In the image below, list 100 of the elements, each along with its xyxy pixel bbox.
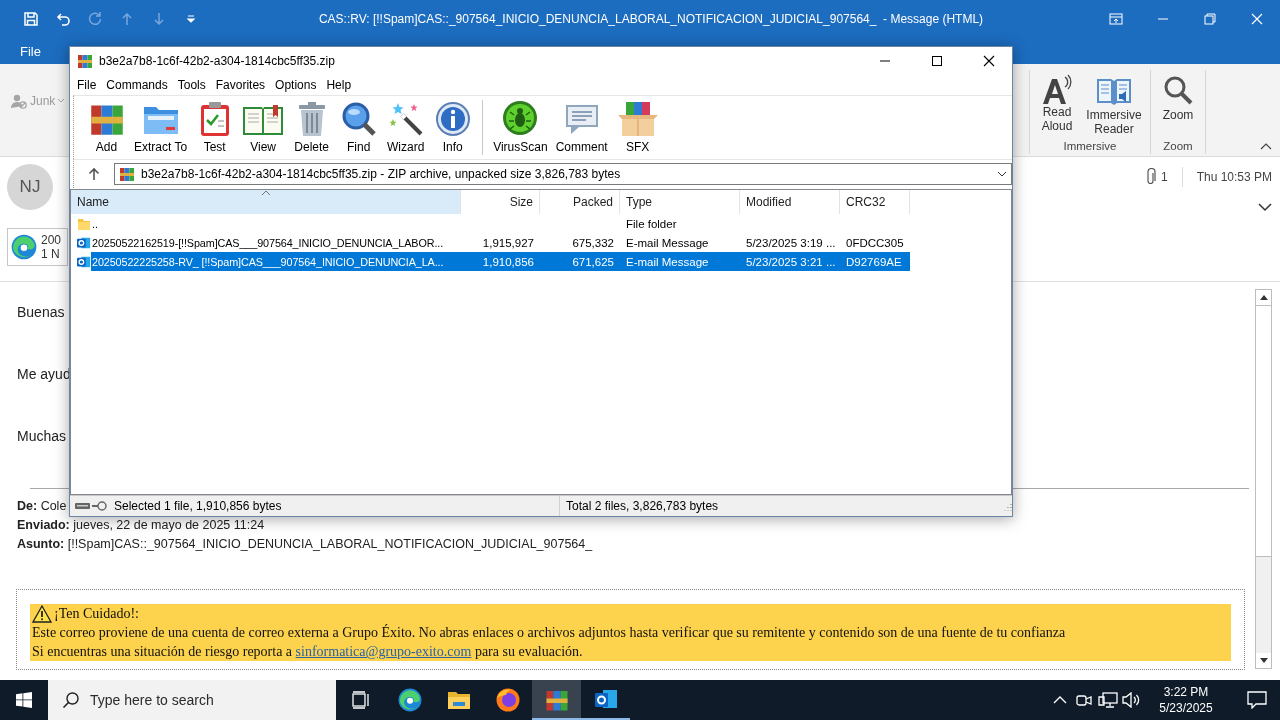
- resize-grip-icon[interactable]: [1002, 501, 1012, 511]
- taskbar-app[interactable]: [532, 680, 581, 720]
- clock-date: 5/23/2025: [1159, 700, 1213, 716]
- table-cell-text: 5/23/2025 3:19 ...: [745, 235, 837, 251]
- body-text: Muchas: [17, 427, 67, 445]
- chevron-up-icon[interactable]: [1053, 696, 1067, 704]
- toolbar-button[interactable]: Extract To: [130, 96, 192, 159]
- table-cell-text: 1,915,927: [481, 235, 535, 251]
- header-field: Asunto: [!!Spam]CAS::_907564_INICIO_DENUNCIA_LABORAL_NOTIFICACION_JUDICIAL_907564_: [17, 535, 593, 554]
- toolbar-button[interactable]: Comment: [551, 96, 612, 159]
- file-name[interactable]: 20250522225258-RV_ [!!Spam]CAS___907564_INICIO_DENUNCIA_LA...: [91, 252, 461, 271]
- toolbar-button[interactable]: Test: [191, 96, 239, 159]
- clock-time: 3:22 PM: [1163, 684, 1209, 700]
- toolbar-button[interactable]: SFX: [611, 96, 664, 159]
- avatar: NJ: [7, 164, 53, 210]
- search-icon: [340, 101, 377, 137]
- selection-status: Selected 1 file, 1,910,856 bytes: [114, 499, 282, 513]
- folder-icon: [77, 216, 91, 231]
- dropdown-icon[interactable]: [997, 171, 1007, 177]
- ribbon-tab[interactable]: File: [0, 38, 61, 64]
- books-icon: [119, 166, 135, 182]
- window-title: CAS::RV: [!!Spam]CAS::_907564_INICIO_DENUNCIA_LABORAL_NOTIFICACION_JUDICIAL_907564_ - Message (HTML): [317, 12, 985, 26]
- menu-item[interactable]: Commands: [101, 75, 173, 95]
- outlook-icon: [593, 689, 618, 711]
- table-cell-text: 0FDCC305: [845, 235, 905, 251]
- books-icon: [544, 688, 569, 712]
- email-link[interactable]: sinformatica@grupo-exito.com: [295, 644, 472, 659]
- toolbar-button[interactable]: Add: [83, 96, 130, 159]
- search-icon: [62, 691, 80, 709]
- drive-key-icon: [74, 500, 108, 512]
- bug-icon: [501, 99, 540, 137]
- ribbon-button[interactable]: Zoom: [1155, 74, 1201, 140]
- attachment-card[interactable]: 200 1 N: [7, 228, 68, 266]
- info-icon: [434, 101, 471, 137]
- toolbar-button[interactable]: Find: [335, 96, 383, 159]
- attachment-size: 1 N: [41, 247, 61, 261]
- task-view-icon: [350, 691, 371, 709]
- column-header[interactable]: Modified: [740, 190, 840, 214]
- menu-item[interactable]: Tools: [172, 75, 211, 95]
- edge-icon: [396, 687, 423, 713]
- sort-caret-icon: [260, 190, 271, 196]
- file-name[interactable]: ..: [91, 214, 461, 233]
- wand-icon: [387, 101, 424, 137]
- path-field[interactable]: b3e2a7b8-1c6f-42b2-a304-1814cbc5ff35.zip - ZIP archive, unpacked size 3,826,783 bytes: [114, 163, 1012, 185]
- scroll-down-icon[interactable]: [1259, 658, 1268, 663]
- customize-icon[interactable]: [186, 14, 196, 24]
- toolbar-button[interactable]: VirusScan: [489, 96, 552, 159]
- folder-icon: [446, 689, 471, 711]
- ribbon-button[interactable]: Immersive Reader: [1082, 74, 1146, 140]
- ribbon-options-icon[interactable]: [1108, 13, 1123, 25]
- total-status: Total 2 files, 3,826,783 bytes: [566, 499, 719, 513]
- table-cell-text: E-mail Message: [625, 235, 710, 251]
- header-field: De: Cole: [17, 497, 67, 516]
- camera-icon[interactable]: [1075, 692, 1093, 708]
- column-header[interactable]: Packed: [540, 190, 620, 214]
- menu-item[interactable]: Options: [270, 75, 322, 95]
- person-icon: [10, 93, 28, 109]
- received-time: Thu 10:53 PM: [1196, 170, 1272, 184]
- column-header[interactable]: Size: [461, 190, 540, 214]
- expand-icon[interactable]: [1258, 203, 1272, 212]
- warning-text: Este correo proviene de una cuenta de correo externa a Grupo Éxito. No abras enlaces o archivos adjuntos hasta verificar que su remitente y contenido son de una fuente de tu confianza: [32, 623, 1067, 642]
- group-label: Immersive: [1063, 140, 1117, 154]
- menu-item[interactable]: Help: [321, 75, 357, 95]
- group-label: Zoom: [1163, 140, 1193, 154]
- notifications-icon[interactable]: [1247, 691, 1267, 709]
- read-aloud-icon: [1042, 74, 1072, 105]
- close-icon[interactable]: [983, 55, 995, 67]
- scrollbar[interactable]: [1255, 289, 1272, 669]
- restore-icon[interactable]: [1203, 13, 1216, 25]
- scroll-up-icon[interactable]: [1259, 295, 1268, 300]
- books-icon: [77, 53, 93, 69]
- column-header[interactable]: Type: [620, 190, 740, 214]
- toolbar-button[interactable]: View: [238, 96, 289, 159]
- toolbar-button[interactable]: Wizard: [382, 96, 430, 159]
- warning-title: ¡Ten Cuidado!:: [54, 605, 139, 623]
- caret-icon: [57, 98, 66, 104]
- ribbon-button[interactable]: Read Aloud: [1034, 74, 1080, 140]
- table-cell-text: File folder: [625, 216, 678, 232]
- scroll-thumb[interactable]: [1256, 305, 1271, 557]
- column-header[interactable]: Name: [71, 190, 461, 214]
- menu-item[interactable]: File: [72, 75, 102, 95]
- table-cell: E-mail Message: [620, 252, 740, 271]
- mail-file-icon: [77, 254, 91, 269]
- volume-icon[interactable]: [1122, 692, 1142, 708]
- body-text: Buenas: [17, 303, 65, 321]
- windows-logo-icon[interactable]: [16, 692, 32, 708]
- table-cell: 5/23/2025 3:21 ...: [740, 252, 840, 271]
- table-cell-text: 675,332: [571, 235, 615, 251]
- window-title: b3e2a7b8-1c6f-42b2-a304-1814cbc5ff35.zip: [99, 54, 336, 68]
- file-name[interactable]: 20250522162519-[!!Spam]CAS___907564_INICIO_DENUNCIA_LABOR...: [91, 233, 461, 252]
- toolbar-button[interactable]: Delete: [288, 96, 336, 159]
- network-icon[interactable]: [1098, 692, 1118, 708]
- maximize-icon[interactable]: [931, 55, 943, 67]
- column-header[interactable]: CRC32: [840, 190, 910, 214]
- table-cell: D92769AE: [840, 252, 910, 271]
- collapse-icon[interactable]: [1260, 142, 1272, 150]
- toolbar-button[interactable]: Info: [429, 96, 477, 159]
- menu-item[interactable]: Favorites: [210, 75, 271, 95]
- report-text: Si encuentras una situación de riesgo reporta a sinformatica@grupo-exito.com para su evaluación.: [32, 643, 584, 661]
- paperclip-icon: [1144, 168, 1157, 186]
